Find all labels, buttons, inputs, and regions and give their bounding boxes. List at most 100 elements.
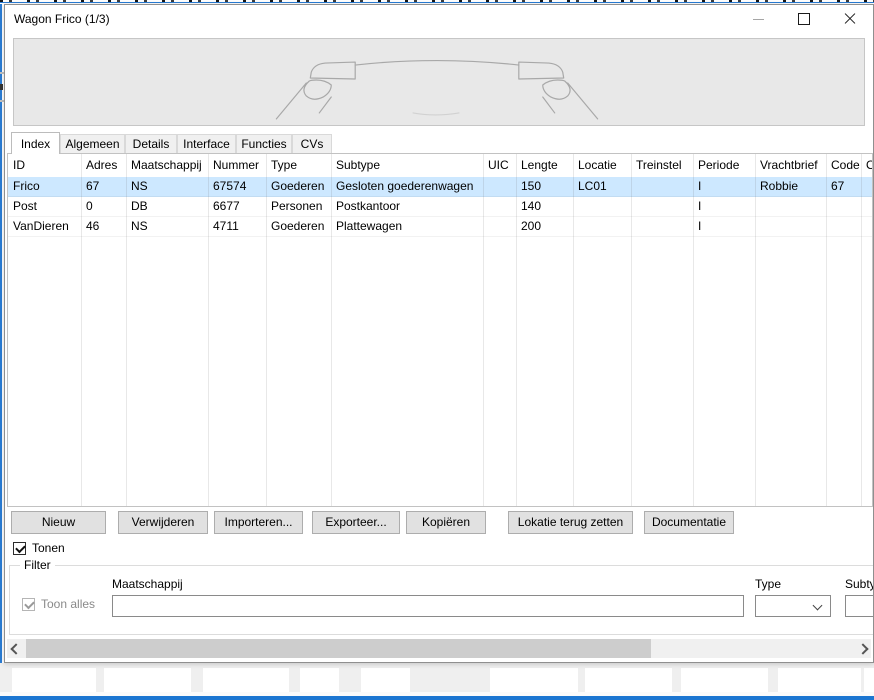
- check-icon: [24, 598, 35, 609]
- cell: 4711: [208, 217, 266, 236]
- cell: [483, 217, 516, 236]
- column-header-id[interactable]: ID: [8, 154, 81, 177]
- background-app-cell[interactable]: [104, 668, 191, 693]
- filter-groupbox: Filter Toon alles Maatschappij Type Subt…: [9, 565, 874, 635]
- column-header-periode[interactable]: Periode: [693, 154, 755, 177]
- background-app-cell[interactable]: [864, 668, 874, 693]
- tab-index[interactable]: Index: [11, 132, 60, 154]
- background-app-cell[interactable]: [490, 668, 578, 693]
- toon-alles-checkbox[interactable]: Toon alles: [22, 597, 95, 611]
- scrollbar-thumb[interactable]: [26, 639, 651, 658]
- cell: VanDieren: [8, 217, 81, 236]
- cell: DB: [126, 197, 208, 216]
- table-row[interactable]: Frico 67 NS 67574 Goederen Gesloten goed…: [8, 177, 872, 197]
- list-body: Frico 67 NS 67574 Goederen Gesloten goed…: [8, 177, 872, 506]
- minimize-button[interactable]: [735, 5, 781, 33]
- lokatie-terug-zetten-button[interactable]: Lokatie terug zetten: [508, 511, 633, 534]
- close-button[interactable]: [827, 5, 873, 33]
- cell: 200: [516, 217, 573, 236]
- type-label: Type: [755, 577, 781, 591]
- column-header-maatschappij[interactable]: Maatschappij: [126, 154, 208, 177]
- wagon-sketch: [14, 39, 864, 125]
- cell: [826, 197, 861, 216]
- background-app-cell[interactable]: [681, 668, 768, 693]
- cell: 6677: [208, 197, 266, 216]
- exporteer-button[interactable]: Exporteer...: [312, 511, 400, 534]
- cell: [826, 217, 861, 236]
- importeren-button[interactable]: Importeren...: [214, 511, 303, 534]
- kopieren-button[interactable]: Kopiëren: [406, 511, 486, 534]
- cell: Plattewagen: [331, 217, 483, 236]
- cell: Post: [8, 197, 81, 216]
- documentatie-button[interactable]: Documentatie: [644, 511, 734, 534]
- scroll-right-button[interactable]: [854, 639, 871, 658]
- verwijderen-button[interactable]: Verwijderen: [118, 511, 208, 534]
- background-app-cell[interactable]: [12, 668, 96, 693]
- cell: [755, 197, 826, 216]
- cell: [631, 197, 693, 216]
- cell: [573, 217, 631, 236]
- nieuw-button[interactable]: Nieuw: [11, 511, 106, 534]
- tonen-label: Tonen: [32, 541, 65, 555]
- background-app-cell[interactable]: [203, 668, 289, 693]
- minimize-icon: [753, 19, 764, 20]
- cell: Frico: [8, 177, 81, 196]
- background-window-left-edge: [0, 4, 2, 696]
- background-window-bottom-edge: [0, 696, 874, 700]
- cell: NS: [126, 177, 208, 196]
- cell: I: [693, 217, 755, 236]
- background-app-cell[interactable]: [300, 668, 339, 693]
- maximize-icon: [798, 13, 810, 25]
- filter-legend: Filter: [20, 558, 55, 572]
- table-row[interactable]: VanDieren 46 NS 4711 Goederen Plattewage…: [8, 217, 872, 237]
- titlebar[interactable]: Wagon Frico (1/3): [5, 5, 873, 33]
- cell: I: [693, 197, 755, 216]
- background-app-cell[interactable]: [778, 668, 861, 693]
- column-header-vrachtbrief[interactable]: Vrachtbrief: [755, 154, 826, 177]
- checkbox-box[interactable]: [13, 542, 26, 555]
- tab-cvs[interactable]: CVs: [292, 134, 332, 153]
- column-header-nummer[interactable]: Nummer: [208, 154, 266, 177]
- cell: [755, 217, 826, 236]
- table-row[interactable]: Post 0 DB 6677 Personen Postkantoor 140 …: [8, 197, 872, 217]
- tab-functies[interactable]: Functies: [236, 134, 292, 153]
- horizontal-scrollbar[interactable]: [7, 639, 871, 658]
- tab-interface[interactable]: Interface: [177, 134, 236, 153]
- type-combobox[interactable]: [755, 595, 831, 617]
- column-header-locatie[interactable]: Locatie: [573, 154, 631, 177]
- tab-details[interactable]: Details: [125, 134, 177, 153]
- cell: Robbie: [755, 177, 826, 196]
- close-icon: [843, 12, 857, 26]
- chevron-down-icon: [813, 601, 823, 611]
- tonen-checkbox[interactable]: Tonen: [13, 541, 65, 555]
- cell: Postkantoor: [331, 197, 483, 216]
- column-header-subtype[interactable]: Subtype: [331, 154, 483, 177]
- cell: 150: [516, 177, 573, 196]
- column-header-uic[interactable]: UIC: [483, 154, 516, 177]
- cell: Goederen: [266, 177, 331, 196]
- check-icon: [15, 542, 26, 553]
- column-header-code[interactable]: Code: [826, 154, 861, 177]
- scroll-left-button[interactable]: [7, 639, 24, 658]
- tab-algemeen[interactable]: Algemeen: [60, 134, 125, 153]
- column-header-lengte[interactable]: Lengte: [516, 154, 573, 177]
- background-app-cell[interactable]: [361, 668, 410, 693]
- toon-alles-label: Toon alles: [41, 597, 95, 611]
- checkbox-box: [22, 598, 35, 611]
- cell: [861, 177, 873, 196]
- subtype-combobox[interactable]: [845, 595, 874, 617]
- cell: 46: [81, 217, 126, 236]
- wagon-dialog: Wagon Frico (1/3): [4, 4, 874, 663]
- maximize-button[interactable]: [781, 5, 827, 33]
- column-header-od[interactable]: O-D: [861, 154, 873, 177]
- maatschappij-input[interactable]: [112, 595, 744, 617]
- cell: [483, 177, 516, 196]
- cell: 67574: [208, 177, 266, 196]
- column-header-treinstel[interactable]: Treinstel: [631, 154, 693, 177]
- cell: NS: [126, 217, 208, 236]
- column-header-type[interactable]: Type: [266, 154, 331, 177]
- cell: LC01: [573, 177, 631, 196]
- background-app-cell[interactable]: [585, 668, 672, 693]
- subtype-label: Subtype: [845, 577, 874, 591]
- column-header-adres[interactable]: Adres: [81, 154, 126, 177]
